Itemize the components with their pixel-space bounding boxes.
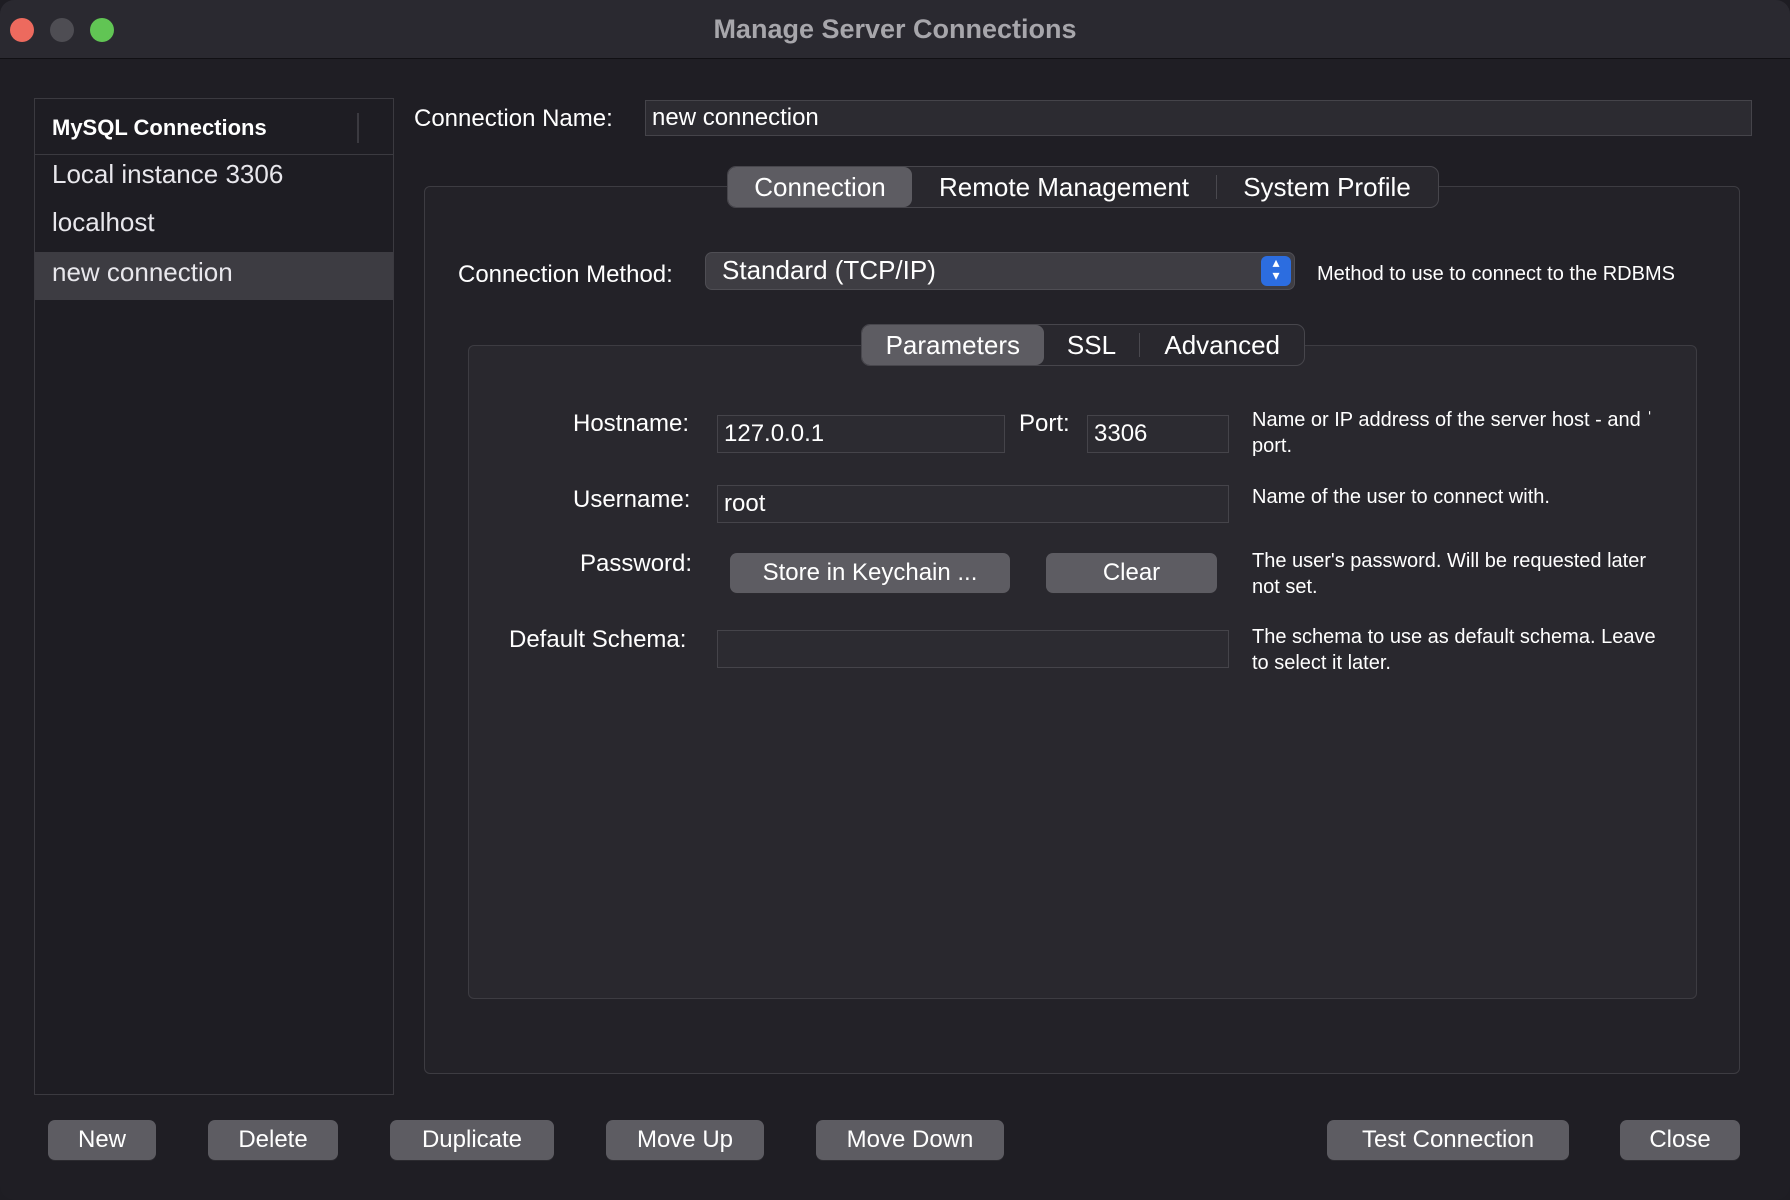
tab-remote-management[interactable]: Remote Management	[912, 167, 1216, 207]
port-label: Port:	[1019, 410, 1070, 437]
connection-item-new-connection[interactable]: new connection	[35, 252, 393, 300]
connection-item-local-instance[interactable]: Local instance 3306	[35, 154, 393, 202]
connection-method-help: Method to use to connect to the RDBMS	[1317, 263, 1675, 285]
new-button[interactable]: New	[48, 1120, 156, 1160]
connections-list: MySQL Connections Local instance 3306 lo…	[34, 98, 394, 1095]
connection-name-input[interactable]	[645, 100, 1752, 136]
store-in-keychain-button[interactable]: Store in Keychain ...	[730, 553, 1010, 593]
password-label: Password:	[580, 550, 693, 577]
close-button[interactable]: Close	[1620, 1120, 1740, 1160]
default-schema-input[interactable]	[717, 630, 1229, 668]
sub-tab-bar: Parameters SSL Advanced	[861, 324, 1305, 366]
connections-list-header-label: MySQL Connections	[52, 115, 267, 140]
port-input[interactable]	[1087, 415, 1229, 453]
connections-list-header: MySQL Connections	[35, 99, 393, 155]
test-connection-button[interactable]: Test Connection	[1327, 1120, 1569, 1160]
hostname-help-line-2: port.	[1252, 435, 1293, 457]
password-help-line-2: not set.	[1252, 576, 1318, 598]
tab-advanced[interactable]: Advanced	[1140, 325, 1304, 365]
move-down-button[interactable]: Move Down	[816, 1120, 1004, 1160]
chevron-up-down-icon: ▴ ▾	[1261, 255, 1291, 286]
connection-method-select[interactable]: Standard (TCP/IP) ▴ ▾	[705, 252, 1295, 290]
tab-parameters[interactable]: Parameters	[862, 325, 1044, 365]
username-label: Username:	[573, 486, 691, 513]
tab-connection[interactable]: Connection	[728, 167, 912, 207]
clear-password-button[interactable]: Clear	[1046, 553, 1217, 593]
password-help: The user's password. Will be requested l…	[1252, 548, 1646, 600]
default-schema-help-line-1: The schema to use as default schema. Lea…	[1252, 626, 1656, 648]
delete-button[interactable]: Delete	[208, 1120, 338, 1160]
connection-method-value: Standard (TCP/IP)	[722, 255, 936, 285]
password-help-line-1: The user's password. Will be requested l…	[1252, 550, 1646, 572]
hostname-help-line-1: Name or IP address of the server host - …	[1252, 409, 1653, 431]
duplicate-button[interactable]: Duplicate	[390, 1120, 554, 1160]
default-schema-help-line-2: to select it later.	[1252, 652, 1391, 674]
username-input[interactable]	[717, 485, 1229, 523]
move-up-button[interactable]: Move Up	[606, 1120, 764, 1160]
connection-item-localhost[interactable]: localhost	[35, 202, 393, 250]
connection-method-label: Connection Method:	[458, 261, 673, 288]
username-help: Name of the user to connect with.	[1252, 486, 1550, 508]
manage-server-connections-window: Manage Server Connections MySQL Connecti…	[0, 0, 1790, 1200]
tab-system-profile[interactable]: System Profile	[1217, 167, 1437, 207]
hostname-help: Name or IP address of the server host - …	[1252, 407, 1653, 459]
hostname-input[interactable]	[717, 415, 1005, 453]
column-divider[interactable]	[357, 113, 359, 143]
connection-name-label: Connection Name:	[414, 105, 613, 132]
tab-ssl[interactable]: SSL	[1044, 325, 1140, 365]
title-bar: Manage Server Connections	[0, 0, 1790, 59]
hostname-label: Hostname:	[573, 410, 690, 437]
main-tab-bar: Connection Remote Management System Prof…	[727, 166, 1439, 208]
default-schema-label: Default Schema:	[509, 626, 687, 653]
default-schema-help: The schema to use as default schema. Lea…	[1252, 624, 1656, 676]
window-title: Manage Server Connections	[713, 14, 1077, 44]
